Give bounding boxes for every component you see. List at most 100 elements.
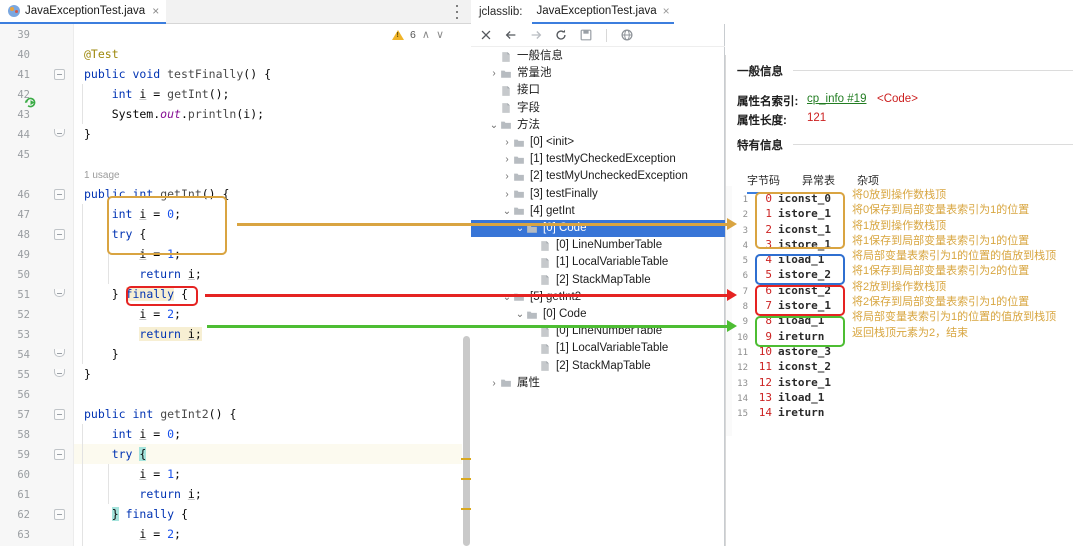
line-number: 53	[17, 329, 30, 341]
tree-node[interactable]: ⌄ [4] getInt	[471, 203, 575, 220]
tree-node[interactable]: [2] StackMapTable	[471, 358, 651, 375]
editor-vertical-scrollbar[interactable]	[462, 24, 471, 546]
java-class-icon	[8, 5, 20, 17]
chevron-right-icon[interactable]: ›	[488, 68, 500, 79]
tree-node[interactable]: [0] LineNumberTable	[471, 237, 662, 254]
scrollbar-thumb[interactable]	[463, 336, 470, 546]
code-fold-marker[interactable]	[54, 229, 65, 240]
chevron-right-icon[interactable]: ›	[501, 189, 513, 200]
bytecode-opcode: istore_1	[778, 237, 831, 251]
code-fold-marker[interactable]	[54, 129, 65, 137]
code-fold-marker[interactable]	[54, 349, 65, 357]
attribute-length-value: 121	[807, 112, 827, 124]
reload-icon[interactable]	[554, 28, 568, 42]
tree-node[interactable]: › [0] <init>	[471, 134, 574, 151]
tree-node[interactable]: 接口	[471, 82, 540, 99]
green-connector-line	[207, 325, 727, 328]
class-structure-tree[interactable]: 一般信息 › 常量池 接口 字段 ⌄ 方法 › [0] <init> › [1] testMyChe…	[471, 48, 725, 546]
tree-node[interactable]: 一般信息	[471, 48, 563, 65]
editor-tab-javaexceptiontest[interactable]: JavaExceptionTest.java ×	[0, 0, 167, 24]
code-editor-pane: JavaExceptionTest.java × 6 ∧ ∨ 394041424…	[0, 0, 472, 546]
tree-node[interactable]: 字段	[471, 100, 540, 117]
code-fold-marker[interactable]	[54, 69, 65, 80]
indent-guide	[82, 84, 83, 124]
chevron-right-icon[interactable]: ›	[501, 137, 513, 148]
line-number: 52	[17, 309, 30, 321]
tree-node[interactable]: [2] StackMapTable	[471, 272, 651, 289]
line-number: 39	[17, 29, 30, 41]
cp-info-link[interactable]: cp_info #19	[807, 93, 866, 105]
chevron-down-icon[interactable]: ⌄	[488, 120, 500, 131]
bytecode-row[interactable]: 7 6 iconst_2	[732, 284, 852, 299]
chevron-right-icon[interactable]: ›	[501, 171, 513, 182]
chevron-down-icon[interactable]: ⌄	[501, 206, 513, 217]
close-icon[interactable]: ×	[150, 5, 159, 17]
bytecode-row[interactable]: 5 4 iload_1	[732, 253, 852, 268]
bytecode-instruction-list[interactable]: 1 0 iconst_0 2 1 istore_1 3 2 iconst_1 4 3 istore_1…	[732, 192, 852, 421]
bytecode-row[interactable]: 9 8 iload_1	[732, 314, 852, 329]
code-fold-marker[interactable]	[54, 509, 65, 520]
bytecode-row[interactable]: 8 7 istore_1	[732, 299, 852, 314]
code-fold-marker[interactable]	[54, 409, 65, 420]
tree-node[interactable]: › 属性	[471, 375, 540, 392]
tree-node[interactable]: ⌄ [0] Code	[471, 306, 587, 323]
tree-node-label: [2] StackMapTable	[556, 273, 651, 286]
save-icon[interactable]	[579, 28, 593, 42]
chevron-down-icon[interactable]: ⌄	[514, 309, 526, 320]
bytecode-offset: 10	[758, 344, 772, 358]
tab-bytecode[interactable]: 字节码	[747, 172, 780, 194]
tree-node[interactable]: › 常量池	[471, 65, 551, 82]
code-fold-marker[interactable]	[54, 369, 65, 377]
line-number: 49	[17, 249, 30, 261]
close-icon[interactable]	[479, 28, 493, 42]
tab-exception-table[interactable]: 异常表	[802, 172, 835, 194]
bytecode-row[interactable]: 12 11 iconst_2	[732, 360, 852, 375]
tree-node[interactable]: [1] LocalVariableTable	[471, 254, 668, 271]
editor-tab-options-icon[interactable]	[451, 5, 463, 19]
bytecode-row[interactable]: 10 9 ireturn	[732, 330, 852, 345]
bytecode-opcode: istore_2	[778, 268, 831, 282]
indent-guide	[82, 424, 83, 546]
tree-node[interactable]: ⌄ 方法	[471, 117, 540, 134]
bytecode-line-number: 4	[742, 240, 748, 251]
bytecode-opcode: ireturn	[778, 329, 825, 343]
tree-node[interactable]: › [1] testMyCheckedException	[471, 151, 675, 168]
close-icon[interactable]: ×	[663, 4, 670, 18]
jclasslib-tab[interactable]: JavaExceptionTest.java ×	[532, 0, 674, 24]
bytecode-offset: 4	[765, 253, 772, 267]
bytecode-row[interactable]: 11 10 astore_3	[732, 345, 852, 360]
tree-node[interactable]: › [3] testFinally	[471, 186, 597, 203]
code-fold-marker[interactable]	[54, 189, 65, 200]
code-text-area[interactable]: @Test public void testFinally() { int i =…	[74, 24, 462, 546]
bytecode-row[interactable]: 14 13 iload_1	[732, 391, 852, 406]
back-arrow-icon[interactable]	[504, 28, 518, 42]
browse-web-icon[interactable]	[620, 28, 634, 42]
tree-node[interactable]: › [2] testMyUncheckedException	[471, 168, 688, 185]
chevron-right-icon[interactable]: ›	[488, 378, 500, 389]
line-number: 62	[17, 509, 30, 521]
code-line: i = 2;	[139, 307, 181, 321]
bytecode-line-number: 11	[737, 347, 748, 358]
editor-gutter[interactable]: 39 40 41 42 43 44 45 46 47 48 49 50 51 52 53 54 55 56 57 58…	[0, 24, 74, 546]
bytecode-line-number: 14	[737, 393, 748, 404]
bytecode-row[interactable]: 13 12 istore_1	[732, 376, 852, 391]
bytecode-row[interactable]: 3 2 iconst_1	[732, 223, 852, 238]
bytecode-row[interactable]: 2 1 istore_1	[732, 207, 852, 222]
bytecode-row[interactable]: 4 3 istore_1	[732, 238, 852, 253]
bytecode-note: 将局部变量表索引为1的位置的值放到栈顶	[852, 311, 1057, 324]
tree-node[interactable]: ⌄[5] getInt2	[471, 289, 581, 306]
bytecode-row[interactable]: 1 0 iconst_0	[732, 192, 852, 207]
bytecode-row[interactable]: 6 5 istore_2	[732, 268, 852, 283]
tree-node-label: 属性	[517, 376, 540, 389]
code-line: } finally {	[111, 507, 188, 521]
bytecode-line-number: 8	[742, 302, 748, 313]
bytecode-row[interactable]: 15 14 ireturn	[732, 406, 852, 421]
code-fold-marker[interactable]	[54, 449, 65, 460]
chevron-right-icon[interactable]: ›	[501, 154, 513, 165]
code-fold-marker[interactable]	[54, 289, 65, 297]
bytecode-line-number: 12	[737, 363, 748, 374]
tree-node[interactable]: [1] LocalVariableTable	[471, 340, 668, 357]
line-number: 59	[17, 449, 30, 461]
forward-arrow-icon[interactable]	[529, 28, 543, 42]
bytecode-offset: 5	[765, 268, 772, 282]
